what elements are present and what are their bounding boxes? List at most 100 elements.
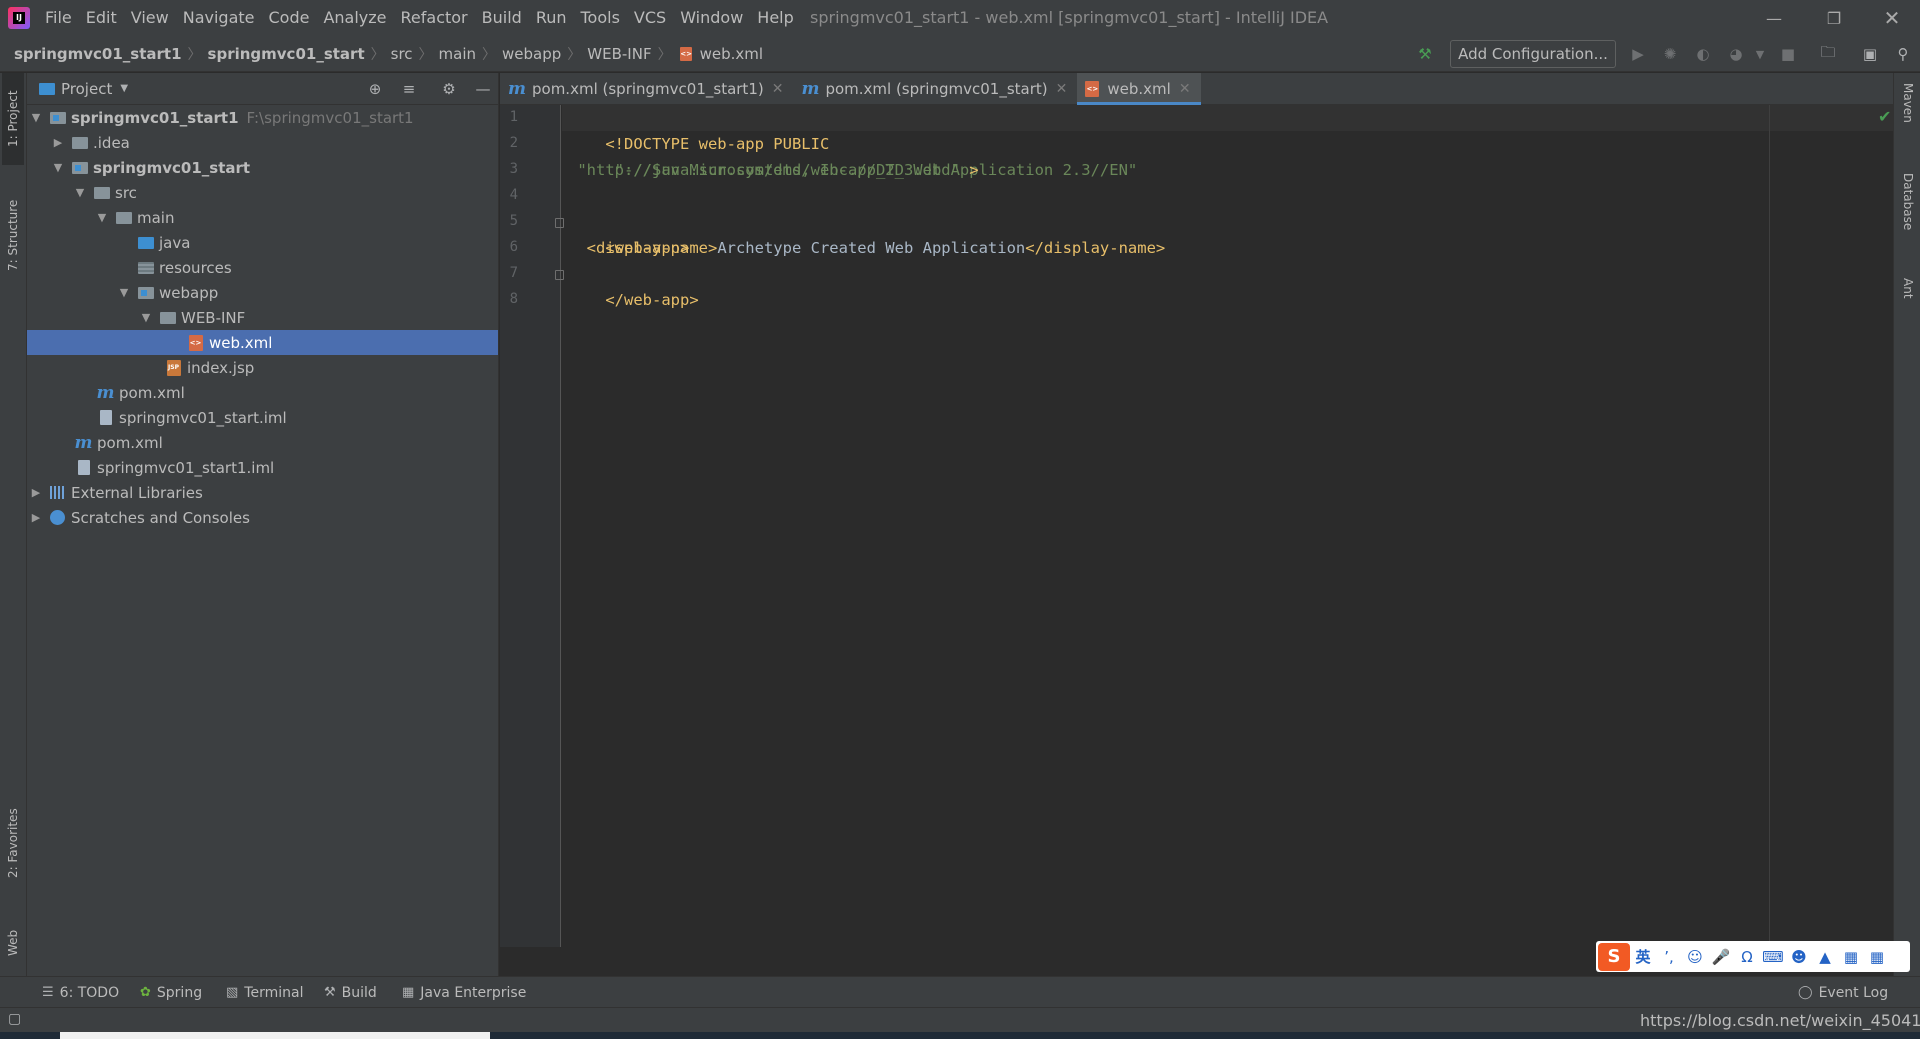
- tool-tab-database[interactable]: Database: [1897, 173, 1919, 263]
- tree-item-external-libraries[interactable]: ▶ External Libraries: [27, 480, 498, 505]
- close-icon[interactable]: ✕: [772, 81, 784, 97]
- tool-tab-project[interactable]: 1: Project: [2, 73, 24, 165]
- gear-icon[interactable]: ⚙: [439, 79, 459, 99]
- tool-tab-event-log[interactable]: ◯ Event Log: [1798, 977, 1888, 1008]
- menu-edit[interactable]: Edit: [79, 0, 124, 36]
- tree-item-module-pom[interactable]: m pom.xml: [27, 380, 498, 405]
- menu-tools[interactable]: Tools: [574, 0, 627, 36]
- punctuation-icon[interactable]: ’,: [1656, 948, 1682, 966]
- tool-tab-ant[interactable]: Ant: [1897, 278, 1919, 338]
- tree-item-module[interactable]: ▼ springmvc01_start: [27, 155, 498, 180]
- menu-help[interactable]: Help: [750, 0, 800, 36]
- tree-item-web-inf[interactable]: ▼ WEB-INF: [27, 305, 498, 330]
- tree-item-main[interactable]: ▼ main: [27, 205, 498, 230]
- tree-item-module-iml[interactable]: springmvc01_start.iml: [27, 405, 498, 430]
- project-view-selector[interactable]: Project: [61, 80, 112, 98]
- tool-tab-maven[interactable]: Maven: [1897, 83, 1919, 153]
- tool-tab-web[interactable]: Web: [2, 913, 24, 973]
- hide-panel-icon[interactable]: —: [473, 79, 493, 99]
- tree-item-scratches[interactable]: ▶ Scratches and Consoles: [27, 505, 498, 530]
- tool-tab-spring[interactable]: ✿ Spring: [140, 977, 202, 1008]
- tool-tab-java-enterprise[interactable]: ▦ Java Enterprise: [402, 977, 526, 1008]
- menu-navigate[interactable]: Navigate: [176, 0, 262, 36]
- project-structure-icon[interactable]: 🗀: [1818, 43, 1838, 64]
- tree-item-root-pom[interactable]: m pom.xml: [27, 430, 498, 455]
- collapsed-arrow-icon[interactable]: ▶: [51, 136, 65, 149]
- breadcrumb-project[interactable]: springmvc01_start1: [14, 45, 182, 63]
- breadcrumb-webapp[interactable]: webapp: [502, 45, 561, 63]
- tree-item-src[interactable]: ▼ src: [27, 180, 498, 205]
- expanded-arrow-icon[interactable]: ▼: [29, 111, 43, 124]
- menu-analyze[interactable]: Analyze: [316, 0, 393, 36]
- grid-menu-icon[interactable]: ▦: [1864, 948, 1890, 966]
- editor-tab-web-xml[interactable]: <> web.xml ✕: [1077, 73, 1201, 105]
- breadcrumb-main[interactable]: main: [439, 45, 476, 63]
- close-icon[interactable]: ✕: [1056, 81, 1068, 97]
- editor-tab-module-pom[interactable]: m pom.xml (springmvc01_start) ✕: [793, 73, 1077, 105]
- editor-tab-root-pom[interactable]: m pom.xml (springmvc01_start1) ✕: [500, 73, 793, 105]
- breadcrumb-web-inf[interactable]: WEB-INF: [587, 45, 651, 63]
- ime-language-toggle[interactable]: 英: [1630, 946, 1656, 967]
- menu-code[interactable]: Code: [262, 0, 317, 36]
- microphone-icon[interactable]: 🎤: [1708, 948, 1734, 966]
- tool-tab-favorites[interactable]: 2: Favorites: [2, 793, 24, 893]
- menu-refactor[interactable]: Refactor: [394, 0, 475, 36]
- presentation-icon[interactable]: ▣: [1860, 44, 1880, 64]
- collapse-all-icon[interactable]: ≡: [399, 79, 419, 99]
- close-window-button[interactable]: ✕: [1864, 0, 1920, 36]
- tree-item-java[interactable]: java: [27, 230, 498, 255]
- menu-view[interactable]: View: [124, 0, 176, 36]
- restore-button[interactable]: ❐: [1806, 0, 1862, 36]
- sogou-logo-icon[interactable]: S: [1598, 942, 1630, 971]
- tool-tab-build[interactable]: ⚒ Build: [324, 977, 377, 1008]
- emoji-icon[interactable]: ☺: [1682, 948, 1708, 966]
- profile-icon[interactable]: ◕: [1726, 44, 1746, 64]
- user-icon[interactable]: ☻: [1786, 948, 1812, 966]
- collapsed-arrow-icon[interactable]: ▶: [29, 486, 43, 499]
- tree-item-root-iml[interactable]: springmvc01_start1.iml: [27, 455, 498, 480]
- expanded-arrow-icon[interactable]: ▼: [117, 286, 131, 299]
- code-editor[interactable]: 1 2 3 4 5 6 7 8 <!DOCTYPE web-app PUBLIC…: [500, 105, 1893, 976]
- expanded-arrow-icon[interactable]: ▼: [73, 186, 87, 199]
- add-configuration-button[interactable]: Add Configuration...: [1450, 40, 1616, 68]
- tree-item-resources[interactable]: resources: [27, 255, 498, 280]
- run-icon[interactable]: ▶: [1628, 44, 1648, 64]
- expanded-arrow-icon[interactable]: ▼: [51, 161, 65, 174]
- tool-tab-todo[interactable]: ☰ 6: TODO: [42, 977, 119, 1008]
- fold-marker-icon[interactable]: [555, 218, 564, 228]
- translate-icon[interactable]: ▦: [1838, 948, 1864, 966]
- build-hammer-icon[interactable]: ⚒: [1415, 44, 1435, 64]
- tree-item-webapp[interactable]: ▼ webapp: [27, 280, 498, 305]
- menu-file[interactable]: File: [38, 0, 79, 36]
- tool-tab-terminal[interactable]: ▧ Terminal: [226, 977, 303, 1008]
- inspection-ok-icon[interactable]: ✔: [1878, 107, 1891, 126]
- search-icon[interactable]: ⚲: [1893, 44, 1913, 64]
- fold-marker-icon[interactable]: [555, 270, 564, 280]
- toggle-tool-windows-icon[interactable]: ▢: [8, 1011, 21, 1027]
- breadcrumb-module[interactable]: springmvc01_start: [208, 45, 365, 63]
- close-icon[interactable]: ✕: [1179, 81, 1191, 97]
- tree-item-idea[interactable]: ▶ .idea: [27, 130, 498, 155]
- breadcrumb-src[interactable]: src: [391, 45, 413, 63]
- symbol-icon[interactable]: Ω: [1734, 948, 1760, 966]
- chevron-down-icon[interactable]: ▼: [1750, 44, 1770, 64]
- menu-run[interactable]: Run: [529, 0, 574, 36]
- menu-window[interactable]: Window: [673, 0, 750, 36]
- skin-icon[interactable]: ▲: [1812, 948, 1838, 966]
- locate-file-icon[interactable]: ⊕: [365, 79, 385, 99]
- coverage-icon[interactable]: ◐: [1693, 44, 1713, 64]
- taskbar-search-box[interactable]: [60, 1032, 490, 1039]
- minimize-button[interactable]: —: [1746, 0, 1802, 36]
- expanded-arrow-icon[interactable]: ▼: [95, 211, 109, 224]
- chevron-down-icon[interactable]: ▼: [120, 83, 128, 94]
- tree-item-web-xml[interactable]: <> web.xml: [27, 330, 498, 355]
- collapsed-arrow-icon[interactable]: ▶: [29, 511, 43, 524]
- menu-build[interactable]: Build: [475, 0, 529, 36]
- debug-icon[interactable]: ✺: [1660, 44, 1680, 64]
- menu-vcs[interactable]: VCS: [627, 0, 673, 36]
- tree-item-root-project[interactable]: ▼ springmvc01_start1 F:\springmvc01_star…: [27, 105, 498, 130]
- stop-icon[interactable]: ■: [1778, 44, 1798, 64]
- keyboard-icon[interactable]: ⌨: [1760, 948, 1786, 966]
- tree-item-index-jsp[interactable]: JSP index.jsp: [27, 355, 498, 380]
- breadcrumb-web-xml[interactable]: web.xml: [700, 45, 763, 63]
